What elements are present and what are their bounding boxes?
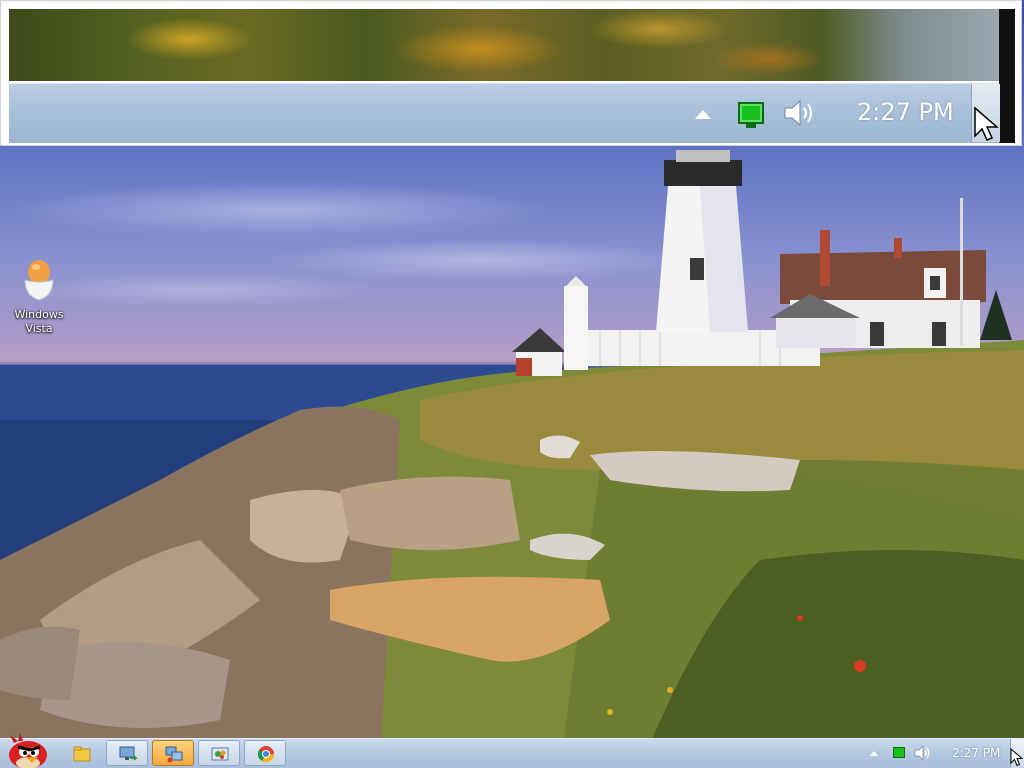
taskbar-button-remote-desktop[interactable] bbox=[106, 740, 148, 766]
zoom-show-hidden-icons-icon bbox=[695, 110, 711, 119]
zoom-volume-icon bbox=[784, 99, 812, 127]
show-hidden-icons-icon[interactable] bbox=[870, 751, 878, 756]
remote-assistance-icon bbox=[165, 746, 183, 763]
folder-icon bbox=[73, 746, 91, 762]
chrome-icon bbox=[257, 746, 275, 763]
desktop-screen: 2:27 PM Windows Vista 2:27 PM bbox=[0, 0, 1024, 768]
zoom-network-icon bbox=[738, 102, 764, 128]
zoom-wallpaper-strip bbox=[9, 9, 999, 81]
mouse-cursor-icon bbox=[1010, 748, 1023, 767]
control-panel-icon bbox=[211, 747, 229, 761]
zoom-mouse-cursor-icon bbox=[974, 106, 999, 141]
desktop-icon-label: Windows Vista bbox=[14, 308, 64, 335]
taskbar-button-windows-explorer[interactable] bbox=[60, 740, 102, 766]
volume-icon[interactable] bbox=[914, 745, 932, 761]
network-icon[interactable] bbox=[893, 747, 905, 758]
taskbar-button-control-panel[interactable] bbox=[198, 740, 240, 766]
zoom-edge bbox=[999, 9, 1015, 143]
desktop-icon-windows-vista[interactable]: Windows Vista bbox=[8, 258, 70, 336]
taskbar: 2:27 PM bbox=[0, 733, 1024, 768]
egg-cup-icon bbox=[24, 260, 54, 301]
taskbar-button-google-chrome[interactable] bbox=[244, 740, 286, 766]
remote-desktop-icon bbox=[119, 746, 138, 761]
angry-bird-start-orb-icon[interactable] bbox=[4, 733, 50, 768]
taskbar-clock[interactable]: 2:27 PM bbox=[952, 746, 1000, 760]
taskbar-button-remote-assistance[interactable] bbox=[152, 740, 194, 766]
zoom-taskbar: 2:27 PM bbox=[9, 83, 1000, 143]
zoom-inset: 2:27 PM bbox=[0, 0, 1022, 146]
zoom-clock: 2:27 PM bbox=[857, 98, 954, 126]
